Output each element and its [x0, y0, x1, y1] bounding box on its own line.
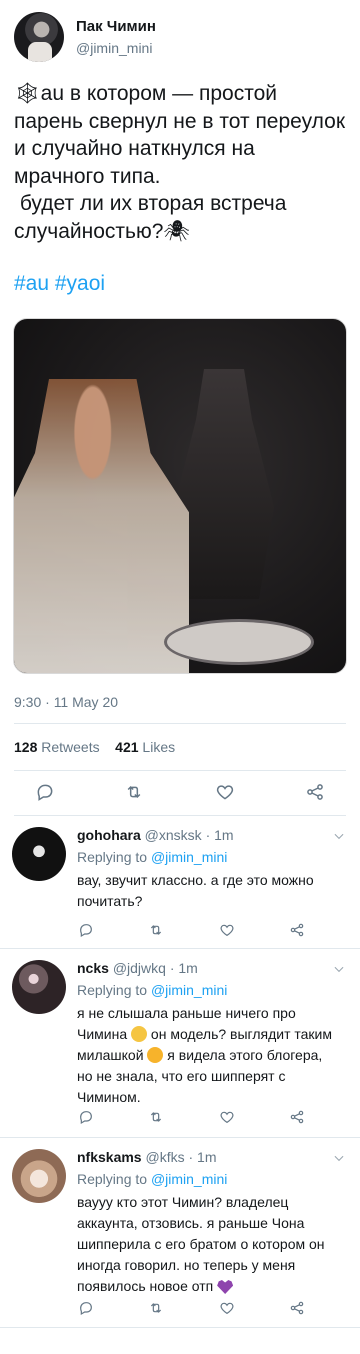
- reply-icon: [80, 1111, 92, 1125]
- replying-to: Replying to @jimin_mini: [77, 849, 227, 865]
- author-name[interactable]: Пак Чимин: [76, 18, 156, 35]
- heart-icon: [220, 1302, 234, 1315]
- heart-icon: [216, 785, 234, 800]
- likes-label: Likes: [142, 739, 176, 755]
- reply-author-name: nfkskams: [77, 1149, 142, 1165]
- chevron-down-icon: [334, 966, 344, 973]
- reply-time: · 1m: [188, 1149, 217, 1165]
- divider: [14, 770, 346, 771]
- share-button[interactable]: [288, 1299, 306, 1317]
- likes-count: 421: [115, 739, 139, 755]
- retweet-button[interactable]: [123, 781, 145, 803]
- reply-actions: [77, 921, 327, 941]
- smile-emoji-icon: [147, 1047, 164, 1063]
- tweet-actions: [0, 781, 360, 805]
- replying-to: Replying to @jimin_mini: [77, 1171, 227, 1187]
- reply-time: · 1m: [169, 960, 198, 976]
- like-button[interactable]: [214, 781, 236, 803]
- tweet-stats: 128 Retweets 421 Likes: [14, 739, 175, 755]
- thinking-emoji-icon: [131, 1026, 148, 1042]
- purple-heart-emoji-icon: [217, 1280, 234, 1294]
- retweets-label: Retweets: [41, 739, 100, 755]
- reply-text: вауyy кто этот Чимин? владелец аккаунта,…: [77, 1192, 337, 1297]
- reply-author[interactable]: nfkskams @kfks · 1m: [77, 1149, 216, 1165]
- share-icon: [307, 784, 323, 800]
- reply-button[interactable]: [77, 921, 95, 939]
- retweet-button[interactable]: [147, 1299, 165, 1317]
- avatar[interactable]: [12, 960, 66, 1014]
- reply-button[interactable]: [77, 1108, 95, 1126]
- more-options-button[interactable]: [332, 829, 348, 845]
- reply-author-name: gohohara: [77, 827, 141, 843]
- reply-actions: [77, 1299, 327, 1319]
- reply-time: · 1m: [205, 827, 234, 843]
- retweet-icon: [127, 785, 141, 799]
- reply-tweet[interactable]: gohohara @xnsksk · 1m Replying to @jimin…: [0, 815, 360, 949]
- share-icon: [290, 1110, 304, 1124]
- tweet-hashtags[interactable]: #au #yaoi: [14, 272, 105, 296]
- image-dark-figure: [174, 369, 274, 599]
- reply-author[interactable]: gohohara @xnsksk · 1m: [77, 827, 234, 843]
- reply-author-handle: @kfks: [145, 1149, 185, 1165]
- reply-button[interactable]: [34, 781, 56, 803]
- like-button[interactable]: [218, 1299, 236, 1317]
- retweet-icon: [150, 925, 162, 935]
- reply-icon: [37, 784, 53, 801]
- share-button[interactable]: [304, 781, 326, 803]
- share-button[interactable]: [288, 921, 306, 939]
- reply-actions: [77, 1108, 327, 1128]
- avatar[interactable]: [12, 1149, 66, 1203]
- more-options-button[interactable]: [332, 962, 348, 978]
- reply-tweet[interactable]: nfkskams @kfks · 1m Replying to @jimin_m…: [0, 1137, 360, 1329]
- retweets-count: 128: [14, 739, 38, 755]
- more-options-button[interactable]: [332, 1151, 348, 1167]
- chevron-down-icon: [334, 1155, 344, 1162]
- divider: [0, 1327, 360, 1328]
- retweet-button[interactable]: [147, 921, 165, 939]
- tweet-author[interactable]: Пак Чимин @jimin_mini: [14, 12, 344, 62]
- replying-prefix: Replying to: [77, 1171, 148, 1187]
- author-handle[interactable]: @jimin_mini: [76, 40, 152, 56]
- reply-text: вау, звучит классно. а где это можно поч…: [77, 872, 318, 909]
- reply-author[interactable]: ncks @jdjwkq · 1m: [77, 960, 198, 976]
- share-icon: [290, 923, 304, 937]
- tweet-image[interactable]: [13, 318, 347, 674]
- reply-author-handle: @jdjwkq: [112, 960, 166, 976]
- retweets-stat[interactable]: 128 Retweets: [14, 739, 100, 755]
- heart-icon: [220, 1111, 234, 1124]
- reply-author-name: ncks: [77, 960, 109, 976]
- share-button[interactable]: [288, 1108, 306, 1126]
- replying-mention[interactable]: @jimin_mini: [151, 1171, 227, 1187]
- reply-author-handle: @xnsksk: [144, 827, 202, 843]
- retweet-icon: [150, 1303, 162, 1313]
- like-button[interactable]: [218, 1108, 236, 1126]
- chevron-down-icon: [334, 833, 344, 840]
- replying-mention[interactable]: @jimin_mini: [151, 849, 227, 865]
- share-icon: [290, 1301, 304, 1315]
- replying-prefix: Replying to: [77, 982, 148, 998]
- avatar[interactable]: [12, 827, 66, 881]
- reply-icon: [80, 924, 92, 938]
- likes-stat[interactable]: 421 Likes: [115, 739, 175, 755]
- like-button[interactable]: [218, 921, 236, 939]
- retweet-button[interactable]: [147, 1108, 165, 1126]
- reply-text-body: вауyy кто этот Чимин? владелец аккаунта,…: [77, 1194, 329, 1294]
- author-avatar[interactable]: [14, 12, 64, 62]
- replying-prefix: Replying to: [77, 849, 148, 865]
- replying-mention[interactable]: @jimin_mini: [151, 982, 227, 998]
- divider: [14, 723, 346, 724]
- image-person: [14, 379, 189, 673]
- heart-icon: [220, 924, 234, 937]
- reply-tweet[interactable]: ncks @jdjwkq · 1m Replying to @jimin_min…: [0, 948, 360, 1138]
- reply-icon: [80, 1302, 92, 1316]
- retweet-icon: [150, 1112, 162, 1122]
- reply-text: я не слышала раньше ничего про Чимина он…: [77, 1003, 337, 1108]
- reply-button[interactable]: [77, 1299, 95, 1317]
- replying-to: Replying to @jimin_mini: [77, 982, 227, 998]
- tweet-text: 🕸au в котором — простой парень свернул н…: [14, 82, 346, 243]
- tweet-timestamp: 9:30 · 11 May 20: [14, 694, 119, 710]
- image-mirror: [164, 619, 314, 665]
